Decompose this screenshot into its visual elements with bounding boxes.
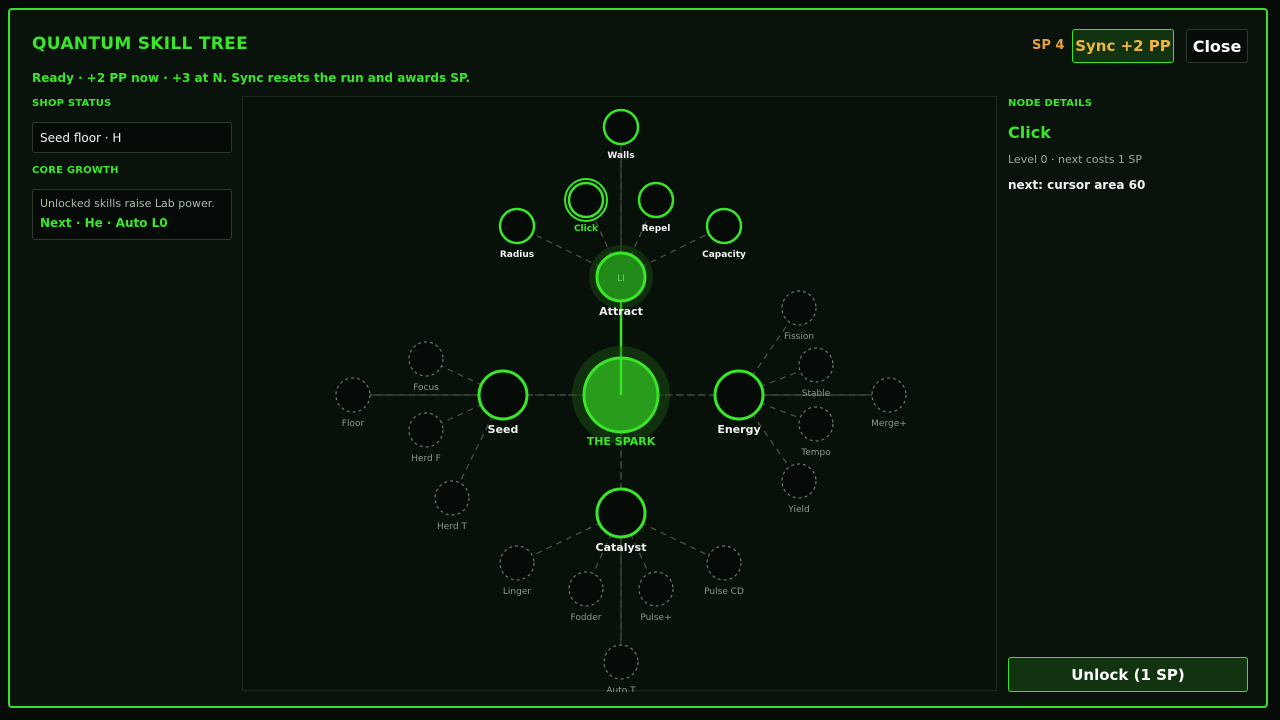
- node-label-pulsecd: Pulse CD: [704, 587, 744, 597]
- node-pulsecd: [706, 545, 742, 581]
- node-label-autot: Auto T: [606, 686, 636, 692]
- page-title: QUANTUM SKILL TREE: [32, 34, 248, 54]
- node-merge: [871, 377, 907, 413]
- node-autot: [603, 644, 639, 680]
- node-label-focus: Focus: [413, 383, 439, 393]
- node-label-capacity: Capacity: [702, 250, 746, 260]
- node-label-yield: Yield: [787, 505, 809, 515]
- node-radius: [498, 207, 536, 245]
- node-energy: [713, 369, 765, 421]
- node-label-seed: Seed: [488, 423, 519, 436]
- node-label-click: Click: [574, 224, 599, 234]
- node-label-fodder: Fodder: [570, 613, 601, 623]
- sp-counter: SP 4: [1032, 38, 1065, 53]
- node-capacity: [705, 207, 743, 245]
- node-label-walls: Walls: [607, 151, 634, 161]
- close-button[interactable]: Close: [1186, 29, 1248, 63]
- node-label-tempo: Tempo: [800, 448, 831, 458]
- sync-button[interactable]: Sync +2 PP: [1072, 29, 1174, 63]
- node-herdt: [434, 480, 470, 516]
- node-label-catalyst: Catalyst: [596, 541, 647, 554]
- node-label-herdt: Herd T: [437, 522, 467, 532]
- node-catalyst: [595, 487, 647, 539]
- core-growth-text: Unlocked skills raise Lab power.: [40, 197, 215, 210]
- node-pulseplus: [638, 571, 674, 607]
- skill-graph-canvas: THE SPARK Attract Seed Energy Catalyst Walls C…: [335, 108, 907, 692]
- node-label-pulseplus: Pulse+: [640, 613, 671, 623]
- node-label-energy: Energy: [717, 423, 760, 436]
- unlock-button[interactable]: Unlock (1 SP): [1008, 657, 1248, 692]
- node-tempo: [798, 406, 834, 442]
- core-growth-next: Next · He · Auto L0: [40, 216, 168, 230]
- node-walls: [602, 108, 640, 146]
- attract-badge: LI: [617, 274, 625, 284]
- node-herdf: [408, 412, 444, 448]
- node-focus: [408, 341, 444, 377]
- node-click: [567, 181, 605, 219]
- node-yield: [781, 463, 817, 499]
- selected-node-name: Click: [1008, 123, 1051, 142]
- node-fission: [781, 290, 817, 326]
- shop-status-heading: SHOP STATUS: [32, 98, 112, 109]
- node-details-heading: NODE DETAILS: [1008, 98, 1093, 109]
- node-label-radius: Radius: [500, 250, 534, 260]
- node-label-repel: Repel: [642, 224, 671, 234]
- core-growth-box: Unlocked skills raise Lab power. Next · …: [32, 189, 232, 240]
- core-growth-heading: CORE GROWTH: [32, 165, 119, 176]
- node-label-floor: Floor: [342, 419, 365, 429]
- node-label-fission: Fission: [784, 332, 814, 342]
- node-linger: [499, 545, 535, 581]
- node-fodder: [568, 571, 604, 607]
- node-label-linger: Linger: [503, 587, 531, 597]
- node-label-merge: Merge+: [871, 419, 907, 429]
- node-floor: [335, 377, 371, 413]
- selected-node-level: Level 0 · next costs 1 SP: [1008, 153, 1143, 166]
- node-stable: [798, 347, 834, 383]
- node-label-attract: Attract: [599, 305, 643, 318]
- node-label-herdf: Herd F: [411, 454, 441, 464]
- skill-graph: THE SPARK Attract Seed Energy Catalyst Walls C…: [242, 96, 997, 692]
- node-seed: [477, 369, 529, 421]
- sync-status-text: Ready · +2 PP now · +3 at N. Sync resets…: [32, 71, 471, 85]
- seed-floor-field: Seed floor · H: [32, 122, 232, 153]
- selected-node-next: next: cursor area 60: [1008, 178, 1146, 192]
- node-label-stable: Stable: [802, 389, 831, 399]
- node-label-spark: THE SPARK: [587, 435, 656, 448]
- node-repel: [637, 181, 675, 219]
